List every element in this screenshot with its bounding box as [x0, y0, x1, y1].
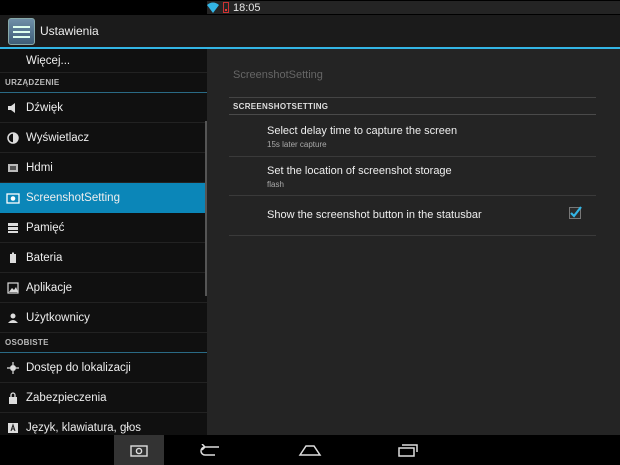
sidebar-item-label: Więcej... [26, 54, 71, 67]
sidebar-item-screenshotsetting[interactable]: ScreenshotSetting [0, 183, 207, 213]
keyboard-icon [6, 421, 20, 435]
sidebar-item-label: Użytkownicy [26, 311, 90, 324]
sidebar-item-label: Zabezpieczenia [26, 391, 107, 404]
apps-icon [6, 281, 20, 295]
recent-apps-button[interactable] [388, 435, 428, 465]
sidebar-item-battery[interactable]: Bateria [0, 243, 207, 273]
sidebar-item-more[interactable]: Więcej... [0, 49, 207, 73]
speaker-icon [6, 101, 20, 115]
sidebar-item-users[interactable]: Użytkownicy [0, 303, 207, 333]
status-time: 18:05 [233, 1, 261, 14]
pref-title: Select delay time to capture the screen [267, 125, 458, 137]
sidebar-item-label: Wyświetlacz [26, 131, 90, 144]
brightness-icon [6, 131, 20, 145]
sidebar-item-storage[interactable]: Pamięć [0, 213, 207, 243]
pref-summary: 15s later capture [267, 140, 327, 149]
home-button[interactable] [290, 435, 330, 465]
battery-icon [6, 251, 20, 265]
section-header-device: URZĄDZENIE [0, 73, 207, 93]
sidebar-item-label: Aplikacje [26, 281, 73, 294]
sidebar-item-apps[interactable]: Aplikacje [0, 273, 207, 303]
checkmark-icon [570, 206, 582, 218]
camera-icon [130, 444, 148, 457]
screenshot-button[interactable] [114, 435, 164, 465]
settings-sidebar: Więcej... URZĄDZENIE Dźwięk Wyświetlacz … [0, 49, 207, 435]
location-icon [6, 361, 20, 375]
pref-storage-location[interactable]: Set the location of screenshot storage f… [229, 157, 596, 196]
back-icon [200, 444, 219, 456]
wifi-icon [207, 2, 219, 13]
detail-pane: ScreenshotSetting SCREENSHOTSETTING Sele… [207, 49, 620, 435]
action-bar: Ustawienia [0, 15, 620, 49]
status-bar: 18:05 [0, 0, 620, 15]
sidebar-item-label: ScreenshotSetting [26, 191, 120, 204]
detail-section-header: SCREENSHOTSETTING [229, 97, 596, 115]
sidebar-item-label: Dźwięk [26, 101, 64, 114]
pref-summary: flash [267, 180, 284, 189]
battery-low-icon [223, 2, 229, 13]
home-icon [298, 445, 322, 456]
lock-icon [6, 391, 20, 405]
sidebar-item-label: Hdmi [26, 161, 53, 174]
hdmi-icon [6, 161, 20, 175]
sidebar-item-label: Język, klawiatura, głos [26, 421, 142, 434]
sidebar-item-language[interactable]: Język, klawiatura, głos [0, 413, 207, 435]
detail-title: ScreenshotSetting [233, 69, 323, 81]
sidebar-item-label: Dostęp do lokalizacji [26, 361, 131, 374]
status-right: 18:05 [207, 1, 620, 14]
back-button[interactable] [190, 435, 230, 465]
navigation-bar [0, 435, 620, 465]
pref-title: Set the location of screenshot storage [267, 165, 452, 177]
section-header-personal: OSOBISTE [0, 333, 207, 353]
pref-statusbar-button[interactable]: Show the screenshot button in the status… [229, 196, 596, 236]
pref-title: Show the screenshot button in the status… [267, 209, 482, 221]
camera-icon [6, 191, 20, 205]
sidebar-item-label: Pamięć [26, 221, 65, 234]
sidebar-item-hdmi[interactable]: Hdmi [0, 153, 207, 183]
sidebar-item-display[interactable]: Wyświetlacz [0, 123, 207, 153]
sidebar-item-location[interactable]: Dostęp do lokalizacji [0, 353, 207, 383]
sidebar-item-label: Bateria [26, 251, 63, 264]
app-title: Ustawienia [40, 24, 99, 38]
statusbar-button-checkbox[interactable] [569, 206, 582, 219]
storage-icon [6, 221, 20, 235]
pref-capture-delay[interactable]: Select delay time to capture the screen … [229, 117, 596, 157]
sidebar-item-security[interactable]: Zabezpieczenia [0, 383, 207, 413]
user-icon [6, 311, 20, 325]
settings-app-icon[interactable] [8, 17, 35, 45]
sidebar-item-sound[interactable]: Dźwięk [0, 93, 207, 123]
recent-apps-icon [398, 443, 418, 457]
